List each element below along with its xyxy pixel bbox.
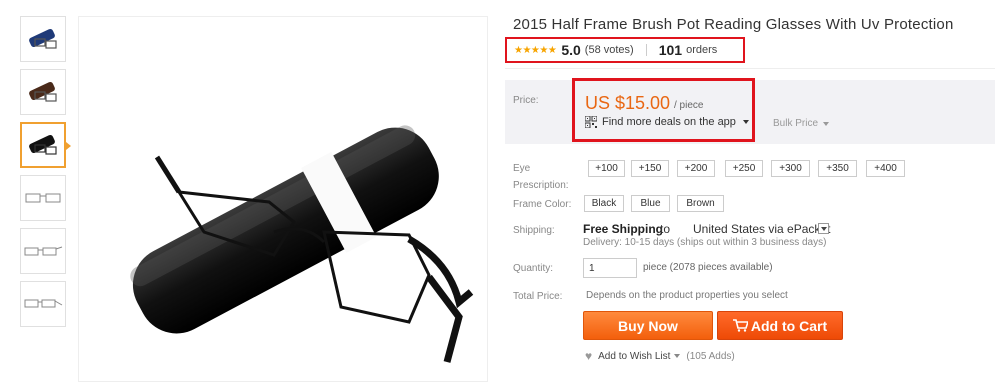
thumbnail-blue-case[interactable] (20, 16, 66, 62)
divider (505, 68, 995, 69)
add-to-wish-list[interactable]: ♥ Add to Wish List (105 Adds) (585, 349, 735, 363)
glasses-blue-case-image (29, 28, 57, 49)
total-price-label: Total Price: (513, 291, 563, 302)
glasses-angle-image (24, 246, 63, 256)
app-deals-text: Find more deals on the app (602, 116, 736, 128)
frame-color-brown[interactable]: Brown (677, 195, 724, 212)
frame-color-blue[interactable]: Blue (631, 195, 670, 212)
thumbnail-strip (20, 16, 71, 334)
heart-icon: ♥ (585, 349, 593, 363)
thumbnail-glasses-angle[interactable] (20, 228, 66, 274)
price-amount: US $15.00 (585, 93, 671, 113)
frame-color-label: Frame Color: (513, 199, 572, 210)
bulk-price-label: Bulk Price (773, 118, 819, 129)
main-product-image[interactable] (78, 16, 488, 382)
prescription-option-400[interactable]: +400 (866, 160, 905, 177)
add-to-cart-button[interactable]: Add to Cart (717, 311, 843, 340)
glasses-and-case-image (130, 125, 474, 363)
thumbnail-brown-case[interactable] (20, 69, 66, 115)
star-rating-icon: ★★★★★ (514, 44, 557, 56)
prescription-option-300[interactable]: +300 (771, 160, 810, 177)
total-price-value: Depends on the product properties you se… (586, 290, 788, 301)
glasses-brown-case-image (29, 81, 57, 102)
thumbnail-glasses-side[interactable] (20, 281, 66, 327)
chevron-down-icon (823, 121, 830, 126)
cart-icon (732, 319, 748, 332)
price-highlight-box: US $15.00 / piece Find more deals on the… (572, 78, 755, 142)
delivery-estimate: Delivery: 10-15 days (ships out within 3… (583, 237, 827, 248)
product-title: 2015 Half Frame Brush Pot Reading Glasse… (513, 16, 954, 33)
shipping-label: Shipping: (513, 225, 555, 236)
orders-count: 101 (658, 42, 683, 58)
glasses-side-image (24, 299, 63, 308)
wish-list-count: (105 Adds) (686, 350, 735, 362)
eye-prescription-label-line2: Prescription: (513, 180, 569, 191)
buy-now-label: Buy Now (618, 317, 678, 334)
thumbnail-glasses-front[interactable] (20, 175, 66, 221)
divider (645, 44, 647, 56)
free-shipping-text: Free Shipping (583, 222, 664, 236)
quantity-label: Quantity: (513, 263, 554, 274)
chevron-down-icon (674, 354, 681, 358)
thumbnail-black-case[interactable] (20, 122, 71, 168)
quantity-input[interactable] (583, 258, 637, 278)
prescription-option-350[interactable]: +350 (818, 160, 857, 177)
prescription-option-250[interactable]: +250 (725, 160, 763, 177)
orders-label: orders (686, 44, 718, 56)
price-unit: / piece (674, 100, 704, 111)
shipping-to-text: to (660, 222, 671, 236)
prescription-option-200[interactable]: +200 (677, 160, 715, 177)
add-to-cart-label: Add to Cart (750, 317, 828, 334)
prescription-option-100[interactable]: +100 (588, 160, 625, 177)
shipping-destination[interactable]: United States via ePacket (693, 222, 830, 236)
buy-now-button[interactable]: Buy Now (583, 311, 713, 340)
price-label: Price: (513, 95, 539, 106)
chevron-down-icon (742, 120, 749, 124)
rating-votes[interactable]: (58 votes) (585, 44, 634, 56)
quantity-availability: piece (2078 pieces available) (643, 262, 773, 273)
wish-list-label: Add to Wish List (598, 350, 671, 362)
glasses-front-image (25, 193, 61, 203)
glasses-black-case-image (29, 134, 57, 155)
rating-summary: ★★★★★ 5.0 (58 votes) 101 orders (505, 37, 745, 63)
shipping-dropdown-icon[interactable] (818, 223, 829, 234)
rating-score: 5.0 (561, 42, 581, 58)
bulk-price-dropdown[interactable]: Bulk Price (773, 118, 830, 129)
qr-code-icon (585, 116, 597, 128)
prescription-option-150[interactable]: +150 (631, 160, 669, 177)
eye-prescription-label-line1: Eye (513, 163, 531, 174)
frame-color-black[interactable]: Black (584, 195, 624, 212)
app-deals-link[interactable]: Find more deals on the app (585, 116, 749, 128)
